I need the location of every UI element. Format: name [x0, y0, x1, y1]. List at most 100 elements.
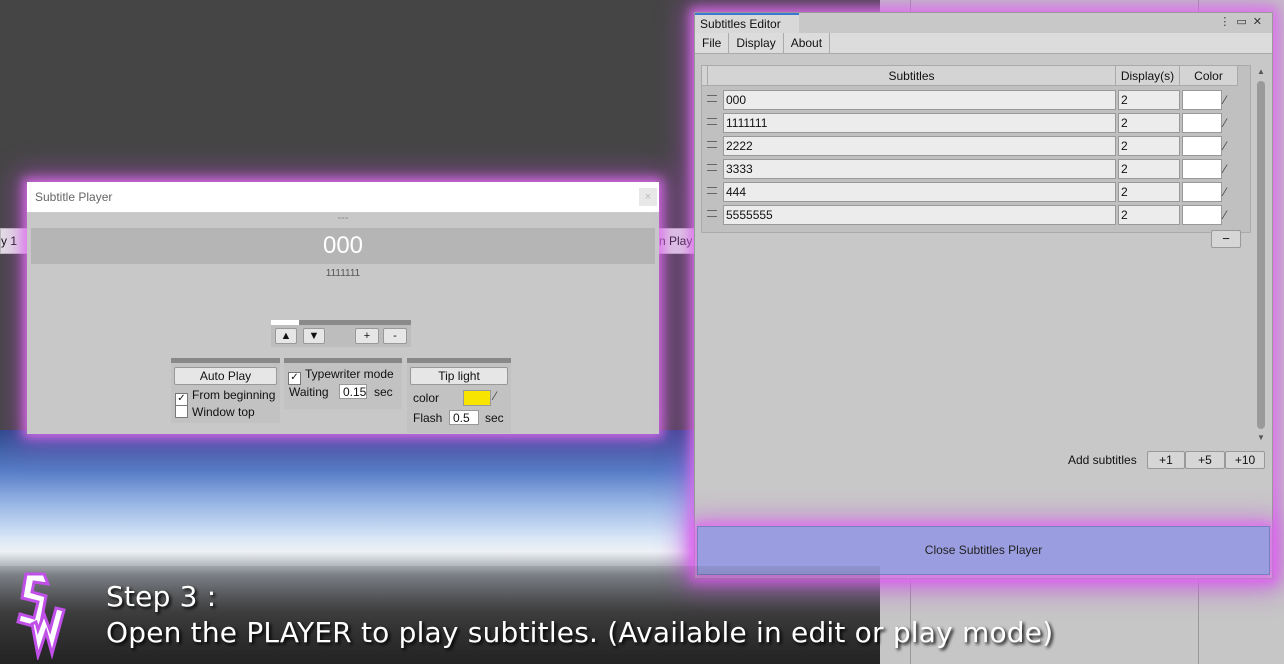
- next-subtitle-display: 1111111: [325, 268, 361, 279]
- scroll-thumb[interactable]: [1257, 81, 1265, 429]
- subtitle-text-field[interactable]: 000: [723, 90, 1116, 110]
- drag-handle-icon[interactable]: [707, 95, 717, 102]
- display-seconds-field[interactable]: 2: [1118, 205, 1180, 225]
- display-seconds-field[interactable]: 2: [1118, 182, 1180, 202]
- flash-label: Flash: [413, 411, 443, 425]
- color-field[interactable]: [1182, 136, 1222, 156]
- background-strip-right-text: n Play: [659, 234, 693, 248]
- font-increase-button[interactable]: +: [355, 328, 379, 344]
- table-row: 2222 2 ⁄: [702, 134, 1250, 156]
- color-field[interactable]: [1182, 182, 1222, 202]
- subtitles-editor-window: Subtitles Editor ⋮▭✕ File Display About Su…: [694, 12, 1273, 579]
- table-row: 5555555 2 ⁄: [702, 203, 1250, 225]
- subtitle-text-field[interactable]: 1111111: [723, 113, 1116, 133]
- from-beginning-label: From beginning: [192, 388, 276, 402]
- add-10-button[interactable]: +10: [1225, 451, 1265, 469]
- eyedropper-icon[interactable]: ⁄: [1224, 208, 1226, 222]
- table-row: 3333 2 ⁄: [702, 157, 1250, 179]
- table-row: 1111111 2 ⁄: [702, 111, 1250, 133]
- drag-handle-icon[interactable]: [707, 187, 717, 194]
- color-field[interactable]: [1182, 159, 1222, 179]
- editor-menubar: File Display About: [695, 33, 1272, 54]
- player-separator: ---: [337, 212, 349, 224]
- color-field[interactable]: [1182, 90, 1222, 110]
- drag-handle-icon[interactable]: [707, 141, 717, 148]
- subtitle-text-field[interactable]: 2222: [723, 136, 1116, 156]
- color-field[interactable]: [1182, 205, 1222, 225]
- typewriter-mode-label: Typewriter mode: [305, 367, 394, 381]
- window-tools: ⋮▭✕: [1219, 15, 1268, 28]
- scroll-down-icon[interactable]: ▼: [1255, 433, 1267, 442]
- drag-handle-icon[interactable]: [707, 210, 717, 217]
- window-top-checkbox[interactable]: Window top: [175, 405, 255, 419]
- scroll-up-icon[interactable]: ▲: [1255, 67, 1267, 76]
- waiting-input[interactable]: 0.15: [339, 384, 367, 399]
- flash-input[interactable]: 0.5: [449, 410, 479, 425]
- subtitle-text-field[interactable]: 5555555: [723, 205, 1116, 225]
- autoplay-group: Auto Play ✓ From beginning Window top: [171, 358, 280, 423]
- tip-light-button[interactable]: Tip light: [410, 367, 508, 385]
- close-icon[interactable]: ✕: [1253, 16, 1268, 28]
- drag-handle-icon[interactable]: [707, 164, 717, 171]
- editor-tab[interactable]: Subtitles Editor: [695, 13, 799, 33]
- previous-line-button[interactable]: ▲: [275, 328, 297, 344]
- typewriter-mode-checkbox[interactable]: ✓ Typewriter mode: [288, 367, 394, 385]
- display-seconds-field[interactable]: 2: [1118, 90, 1180, 110]
- eyedropper-icon[interactable]: ⁄: [494, 389, 496, 403]
- waiting-unit: sec: [374, 385, 393, 399]
- more-options-icon[interactable]: ⋮: [1219, 16, 1236, 28]
- caption-step-title: Step 3 :: [106, 580, 217, 613]
- eyedropper-icon[interactable]: ⁄: [1224, 185, 1226, 199]
- typewriter-group: ✓ Typewriter mode Waiting 0.15 sec: [284, 358, 402, 409]
- add-subtitles-label: Add subtitles: [1068, 453, 1137, 467]
- background-strip-left-text: y 1: [1, 234, 18, 248]
- subtitle-list: Subtitles Display(s) Color 000 2 ⁄ 11111…: [701, 65, 1251, 233]
- player-close-icon[interactable]: ×: [639, 188, 657, 206]
- eyedropper-icon[interactable]: ⁄: [1224, 116, 1226, 130]
- tip-light-group: Tip light color ⁄ Flash 0.5 sec: [407, 358, 511, 433]
- current-subtitle-display: 000: [31, 228, 655, 264]
- waiting-label: Waiting: [289, 385, 329, 399]
- subtitle-text-field[interactable]: 3333: [723, 159, 1116, 179]
- sw-logo-icon: [16, 572, 66, 660]
- playback-controls: ▲ ▼ + -: [271, 325, 411, 347]
- maximize-icon[interactable]: ▭: [1236, 16, 1252, 28]
- next-line-button[interactable]: ▼: [303, 328, 325, 344]
- display-seconds-field[interactable]: 2: [1118, 136, 1180, 156]
- remove-subtitle-button[interactable]: −: [1211, 230, 1241, 248]
- tip-color-swatch[interactable]: [463, 390, 491, 406]
- font-decrease-button[interactable]: -: [383, 328, 407, 344]
- player-titlebar[interactable]: Subtitle Player ×: [27, 182, 659, 213]
- color-field[interactable]: [1182, 113, 1222, 133]
- caption-step-description: Open the PLAYER to play subtitles. (Avai…: [106, 616, 1054, 649]
- column-header-subtitles: Subtitles: [708, 66, 1116, 86]
- window-top-label: Window top: [192, 405, 255, 419]
- eyedropper-icon[interactable]: ⁄: [1224, 139, 1226, 153]
- auto-play-button[interactable]: Auto Play: [174, 367, 277, 385]
- subtitle-text-field[interactable]: 444: [723, 182, 1116, 202]
- background-strip-left: y 1: [0, 228, 28, 254]
- subtitle-player-window: Subtitle Player × --- 000 1111111 ▲ ▼ + …: [27, 182, 659, 434]
- display-seconds-field[interactable]: 2: [1118, 113, 1180, 133]
- add-1-button[interactable]: +1: [1147, 451, 1185, 469]
- column-header-display: Display(s): [1116, 66, 1180, 86]
- drag-handle-icon[interactable]: [707, 118, 717, 125]
- menu-file[interactable]: File: [695, 33, 730, 53]
- window-top-check-icon[interactable]: [175, 405, 188, 418]
- table-row: 000 2 ⁄: [702, 88, 1250, 110]
- tip-color-label: color: [413, 391, 440, 405]
- column-header-color: Color: [1180, 66, 1238, 86]
- eyedropper-icon[interactable]: ⁄: [1224, 162, 1226, 176]
- menu-display[interactable]: Display: [729, 33, 784, 53]
- table-row: 444 2 ⁄: [702, 180, 1250, 202]
- display-seconds-field[interactable]: 2: [1118, 159, 1180, 179]
- add-5-button[interactable]: +5: [1185, 451, 1225, 469]
- background-strip-right: n Play: [658, 228, 696, 254]
- from-beginning-checkbox[interactable]: ✓ From beginning: [175, 388, 275, 406]
- typewriter-check-icon[interactable]: ✓: [288, 372, 301, 385]
- flash-unit: sec: [485, 411, 504, 425]
- player-title: Subtitle Player: [35, 190, 113, 204]
- eyedropper-icon[interactable]: ⁄: [1224, 93, 1226, 107]
- menu-about[interactable]: About: [784, 33, 831, 53]
- editor-scrollbar[interactable]: ▲ ▼: [1255, 67, 1267, 445]
